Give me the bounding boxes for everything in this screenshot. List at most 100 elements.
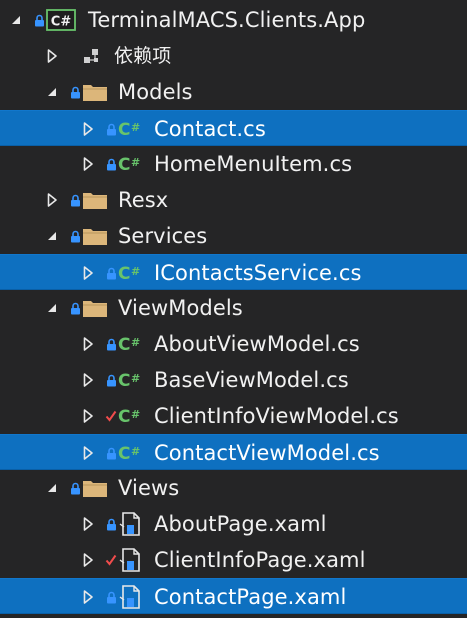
svg-text:C: C bbox=[118, 444, 130, 463]
csharp-file-icon: C # bbox=[118, 146, 146, 182]
folder-node[interactable]: Views bbox=[0, 470, 467, 506]
folder-icon bbox=[82, 470, 108, 506]
dependencies-icon bbox=[80, 38, 104, 74]
expand-arrow-icon[interactable] bbox=[44, 74, 60, 110]
svg-text:C: C bbox=[118, 407, 130, 426]
tree-item-label: Services bbox=[118, 224, 208, 248]
folder-node[interactable]: Resx bbox=[0, 182, 467, 218]
tree-item[interactable]: 依赖项 bbox=[0, 38, 467, 74]
lock-icon bbox=[104, 146, 118, 182]
lock-icon bbox=[104, 506, 118, 542]
tree-item[interactable]: ContactPage.xaml bbox=[0, 578, 467, 614]
svg-text:#: # bbox=[131, 408, 140, 421]
lock-icon bbox=[104, 255, 118, 291]
tree-item[interactable]: C # AboutViewModel.cs bbox=[0, 326, 467, 362]
tree-item-label: ViewModels bbox=[118, 296, 243, 320]
lock-icon bbox=[104, 326, 118, 362]
xaml-file-icon bbox=[118, 579, 144, 615]
lock-icon bbox=[104, 111, 118, 147]
collapse-arrow-icon[interactable] bbox=[80, 255, 96, 291]
svg-text:#: # bbox=[131, 372, 140, 385]
collapse-arrow-icon[interactable] bbox=[80, 326, 96, 362]
lock-icon bbox=[68, 470, 82, 506]
lock-icon bbox=[68, 182, 82, 218]
svg-text:C: C bbox=[118, 335, 130, 354]
collapse-arrow-icon[interactable] bbox=[44, 182, 60, 218]
folder-icon bbox=[82, 218, 108, 254]
csharp-file-icon: C # bbox=[118, 398, 146, 434]
tree-item-label: AboutViewModel.cs bbox=[154, 332, 360, 356]
svg-text:C: C bbox=[118, 120, 130, 139]
folder-icon bbox=[82, 74, 108, 110]
svg-text:C#: C# bbox=[51, 15, 72, 30]
csharp-file-icon: C # bbox=[118, 255, 146, 291]
pending-edit-check-icon bbox=[104, 542, 118, 578]
csharp-project-icon: C# bbox=[46, 2, 76, 38]
tree-item-label: HomeMenuItem.cs bbox=[154, 152, 353, 176]
tree-item[interactable]: C # BaseViewModel.cs bbox=[0, 362, 467, 398]
csharp-file-icon: C # bbox=[118, 326, 146, 362]
expand-arrow-icon[interactable] bbox=[44, 218, 60, 254]
folder-node[interactable]: ViewModels bbox=[0, 290, 467, 326]
collapse-arrow-icon[interactable] bbox=[44, 38, 60, 74]
tree-item[interactable]: ClientInfoPage.xaml bbox=[0, 542, 467, 578]
expand-arrow-icon[interactable] bbox=[44, 470, 60, 506]
tree-item[interactable]: C # IContactsService.cs bbox=[0, 254, 467, 290]
collapse-arrow-icon[interactable] bbox=[80, 542, 96, 578]
tree-item[interactable]: C # ClientInfoViewModel.cs bbox=[0, 398, 467, 434]
tree-item-label: Contact.cs bbox=[154, 117, 266, 141]
tree-item[interactable]: C # ContactViewModel.cs bbox=[0, 434, 467, 470]
svg-text:#: # bbox=[131, 336, 140, 349]
lock-icon bbox=[68, 218, 82, 254]
tree-item-label: 依赖项 bbox=[114, 45, 172, 67]
tree-item-label: ClientInfoViewModel.cs bbox=[154, 404, 399, 428]
csharp-file-icon: C # bbox=[118, 435, 146, 471]
project-node[interactable]: C# TerminalMACS.Clients.App bbox=[0, 2, 467, 38]
collapse-arrow-icon[interactable] bbox=[80, 111, 96, 147]
solution-explorer-tree: C# TerminalMACS.Clients.App 依赖项 Models C # Con… bbox=[0, 0, 467, 618]
tree-item-label: Resx bbox=[118, 188, 169, 212]
tree-item-label: ClientInfoPage.xaml bbox=[154, 548, 366, 572]
svg-text:C: C bbox=[118, 371, 130, 390]
lock-icon bbox=[104, 362, 118, 398]
tree-item[interactable]: AboutPage.xaml bbox=[0, 506, 467, 542]
collapse-arrow-icon[interactable] bbox=[80, 398, 96, 434]
tree-item-label: IContactsService.cs bbox=[154, 261, 362, 285]
svg-text:#: # bbox=[131, 121, 140, 134]
folder-node[interactable]: Models bbox=[0, 74, 467, 110]
tree-item-label: AboutPage.xaml bbox=[154, 512, 327, 536]
collapse-arrow-icon[interactable] bbox=[80, 146, 96, 182]
collapse-arrow-icon[interactable] bbox=[80, 579, 96, 615]
xaml-file-icon bbox=[118, 542, 144, 578]
tree-item-label: TerminalMACS.Clients.App bbox=[88, 8, 366, 32]
lock-icon bbox=[32, 2, 46, 38]
lock-icon bbox=[104, 579, 118, 615]
xaml-file-icon bbox=[118, 506, 144, 542]
csharp-file-icon: C # bbox=[118, 111, 146, 147]
pending-edit-check-icon bbox=[104, 398, 118, 434]
expand-arrow-icon[interactable] bbox=[44, 290, 60, 326]
tree-item-label: Models bbox=[118, 80, 193, 104]
lock-icon bbox=[104, 435, 118, 471]
tree-item-label: BaseViewModel.cs bbox=[154, 368, 349, 392]
collapse-arrow-icon[interactable] bbox=[80, 362, 96, 398]
tree-item[interactable]: C # HomeMenuItem.cs bbox=[0, 146, 467, 182]
folder-icon bbox=[82, 290, 108, 326]
folder-icon bbox=[82, 182, 108, 218]
tree-item-label: ContactViewModel.cs bbox=[154, 441, 380, 465]
svg-text:#: # bbox=[131, 445, 140, 458]
svg-text:C: C bbox=[118, 264, 130, 283]
tree-item-label: ContactPage.xaml bbox=[154, 585, 347, 609]
collapse-arrow-icon[interactable] bbox=[80, 435, 96, 471]
svg-text:C: C bbox=[118, 155, 130, 174]
lock-icon bbox=[68, 74, 82, 110]
collapse-arrow-icon[interactable] bbox=[80, 506, 96, 542]
svg-text:#: # bbox=[131, 156, 140, 169]
tree-item-label: Views bbox=[118, 476, 180, 500]
expand-arrow-icon[interactable] bbox=[8, 2, 24, 38]
lock-icon bbox=[68, 290, 82, 326]
tree-item[interactable]: C # Contact.cs bbox=[0, 110, 467, 146]
folder-node[interactable]: Services bbox=[0, 218, 467, 254]
csharp-file-icon: C # bbox=[118, 362, 146, 398]
svg-text:#: # bbox=[131, 265, 140, 278]
